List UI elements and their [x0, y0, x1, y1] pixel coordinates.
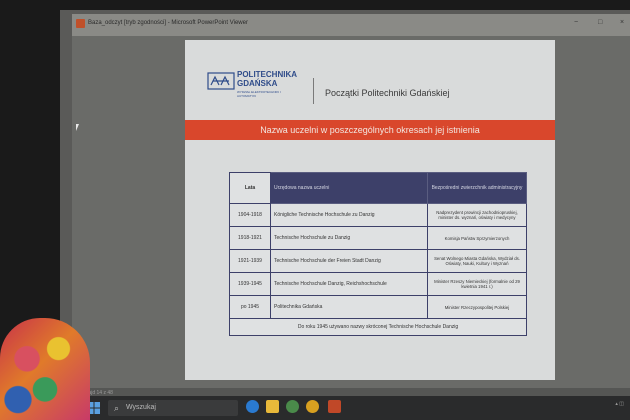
- mouse-cursor-icon: [76, 124, 79, 131]
- logo-subtitle: WYDZIAŁ ELEKTROTECHNIKI I AUTOMATYKI: [237, 90, 281, 98]
- system-tray: ▴ ◫: [615, 401, 624, 407]
- table-row: po 1945 Politechnika Gdańska Minister Rz…: [229, 295, 527, 319]
- table-header-row: Lata Urzędowa nazwa uczelni Bezpośredni …: [229, 172, 527, 204]
- logo-line2: GDAŃSKA: [237, 79, 278, 88]
- cell-name: Technische Hochschule Danzig, Reichshoch…: [270, 272, 428, 296]
- cell-supervisor: Senat Wolnego Miasta Gdańska, Wydział ds…: [427, 249, 527, 273]
- cell-supervisor: Minister Rzeczypospolitej Polskiej: [427, 295, 527, 319]
- foreground-decorative-object: [0, 318, 90, 420]
- cell-name: Politechnika Gdańska: [270, 295, 428, 319]
- taskbar: ⌕ Wyszukaj ▴ ◫: [60, 396, 630, 420]
- app-icon[interactable]: [306, 400, 319, 413]
- cell-years: 1921-1939: [229, 249, 271, 273]
- cell-years: po 1945: [229, 295, 271, 319]
- file-explorer-icon[interactable]: [266, 400, 279, 413]
- window-titlebar: Baza_odczyt [tryb zgodności] - Microsoft…: [72, 14, 630, 36]
- slide: POLITECHNIKA GDAŃSKA WYDZIAŁ ELEKTROTECH…: [185, 40, 555, 380]
- close-button[interactable]: ×: [620, 19, 624, 26]
- cell-name: Technische Hochschule der Freien Stadt D…: [270, 249, 428, 273]
- table-row: 1921-1939 Technische Hochschule der Frei…: [229, 249, 527, 273]
- university-logo-icon: [207, 72, 235, 90]
- slide-heading: Początki Politechniki Gdańskiej: [325, 88, 450, 98]
- logo-text: POLITECHNIKA GDAŃSKA: [237, 70, 297, 88]
- header-years: Lata: [229, 172, 271, 204]
- names-table: Lata Urzędowa nazwa uczelni Bezpośredni …: [229, 172, 527, 336]
- powerpoint-icon: [76, 19, 85, 28]
- search-icon: ⌕: [114, 403, 120, 413]
- minimize-button[interactable]: −: [574, 19, 578, 26]
- cell-years: 1904-1918: [229, 203, 271, 227]
- logo-line1: POLITECHNIKA: [237, 70, 297, 79]
- cell-name: Technische Hochschule zu Danzig: [270, 226, 428, 250]
- window-title: Baza_odczyt [tryb zgodności] - Microsoft…: [88, 20, 248, 26]
- table-footnote-row: Do roku 1945 używano nazwy skróconej Tec…: [229, 318, 527, 336]
- cell-years: 1918-1921: [229, 226, 271, 250]
- header-divider: [313, 78, 314, 104]
- cell-name: Königliche Technische Hochschule zu Danz…: [270, 203, 428, 227]
- header-supervisor: Bezpośredni zwierzchnik administracyjny: [427, 172, 527, 204]
- header-official-name: Urzędowa nazwa uczelni: [270, 172, 428, 204]
- cell-years: 1939-1945: [229, 272, 271, 296]
- table-footnote: Do roku 1945 używano nazwy skróconej Tec…: [229, 318, 527, 336]
- cell-supervisor: Komisja Państw Sprzymierzonych: [427, 226, 527, 250]
- search-placeholder: Wyszukaj: [126, 404, 156, 411]
- table-row: 1904-1918 Königliche Technische Hochschu…: [229, 203, 527, 227]
- table-row: 1939-1945 Technische Hochschule Danzig, …: [229, 272, 527, 296]
- chrome-icon[interactable]: [286, 400, 299, 413]
- maximize-button[interactable]: □: [598, 19, 602, 26]
- edge-icon[interactable]: [246, 400, 259, 413]
- taskbar-search[interactable]: ⌕ Wyszukaj: [108, 400, 238, 416]
- powerpoint-taskbar-icon[interactable]: [328, 400, 341, 413]
- slide-banner: Nazwa uczelni w poszczególnych okresach …: [185, 120, 555, 140]
- table-row: 1918-1921 Technische Hochschule zu Danzi…: [229, 226, 527, 250]
- cell-supervisor: Nadprezydent prowincji zachodniopruskiej…: [427, 203, 527, 227]
- cell-supervisor: Minister Rzeszy Niemieckiej (formalnie o…: [427, 272, 527, 296]
